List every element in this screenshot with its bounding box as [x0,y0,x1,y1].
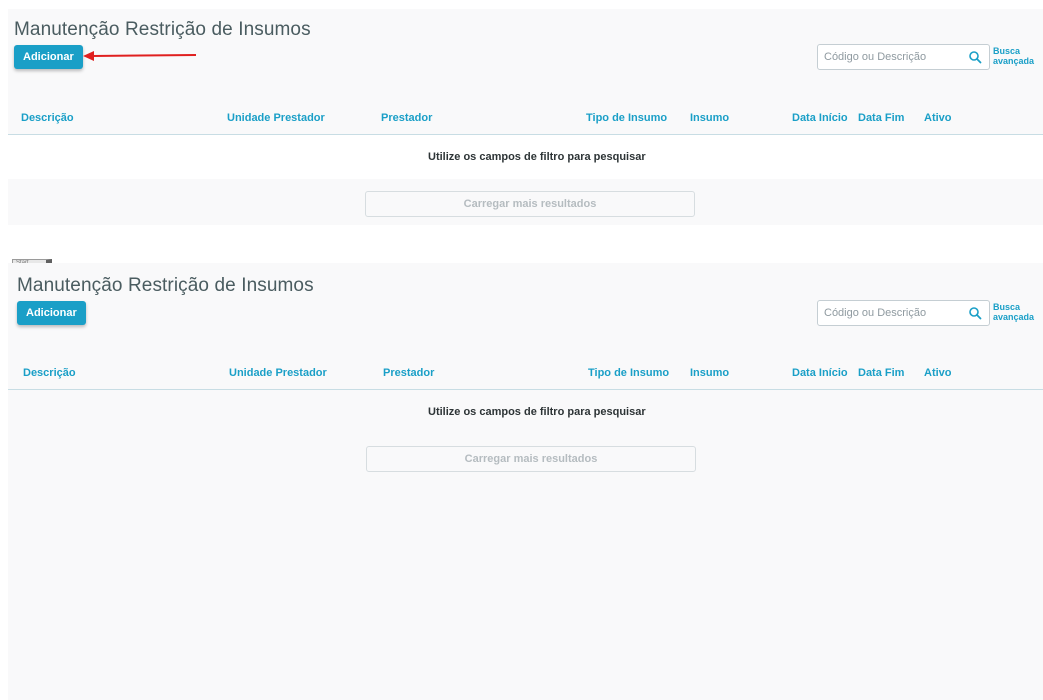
empty-message: Utilize os campos de filtro para pesquis… [428,406,646,418]
column-header[interactable]: Tipo de Insumo [586,112,667,124]
add-button[interactable]: Adicionar [14,45,83,69]
page-title: Manutenção Restrição de Insumos [17,275,314,296]
advanced-search-line1: Busca [993,302,1021,312]
search-placeholder: Código ou Descrição [824,307,927,319]
advanced-search-line2: avançada [993,56,1035,66]
column-header[interactable]: Descrição [21,112,74,124]
empty-message: Utilize os campos de filtro para pesquis… [428,151,646,163]
advanced-search-line2: avançada [993,312,1035,322]
column-header[interactable]: Data Fim [858,112,904,124]
advanced-search-line1: Busca [993,46,1021,56]
column-header[interactable]: Data Início [792,367,848,379]
column-header[interactable]: Descrição [23,367,76,379]
annotation-arrow-icon [83,51,197,61]
load-more-button[interactable]: Carregar mais resultados [365,191,695,217]
column-header[interactable]: Prestador [381,112,432,124]
search-placeholder: Código ou Descrição [824,51,927,63]
bottom-panel: Manutenção Restrição de Insumos Adiciona… [8,263,1043,700]
column-header[interactable]: Ativo [924,112,952,124]
column-header[interactable]: Unidade Prestador [229,367,327,379]
search-icon[interactable] [968,50,982,64]
search-icon[interactable] [968,306,982,320]
column-header[interactable]: Insumo [690,112,729,124]
column-header[interactable]: Unidade Prestador [227,112,325,124]
table-header: Descrição Unidade Prestador Prestador Ti… [8,102,1043,135]
advanced-search-link[interactable]: Busca avançada [993,46,1034,66]
search-input[interactable]: Código ou Descrição [817,300,990,326]
column-header[interactable]: Data Início [792,112,848,124]
advanced-search-link[interactable]: Busca avançada [993,302,1034,322]
table-header: Descrição Unidade Prestador Prestador Ti… [8,357,1043,390]
top-panel: Manutenção Restrição de Insumos Adiciona… [8,9,1043,225]
load-more-button[interactable]: Carregar mais resultados [366,446,696,472]
column-header[interactable]: Data Fim [858,367,904,379]
page-title: Manutenção Restrição de Insumos [14,19,311,40]
column-header[interactable]: Tipo de Insumo [588,367,669,379]
column-header[interactable]: Ativo [924,367,952,379]
column-header[interactable]: Prestador [383,367,434,379]
column-header[interactable]: Insumo [690,367,729,379]
add-button[interactable]: Adicionar [17,301,86,325]
search-input[interactable]: Código ou Descrição [817,44,990,70]
